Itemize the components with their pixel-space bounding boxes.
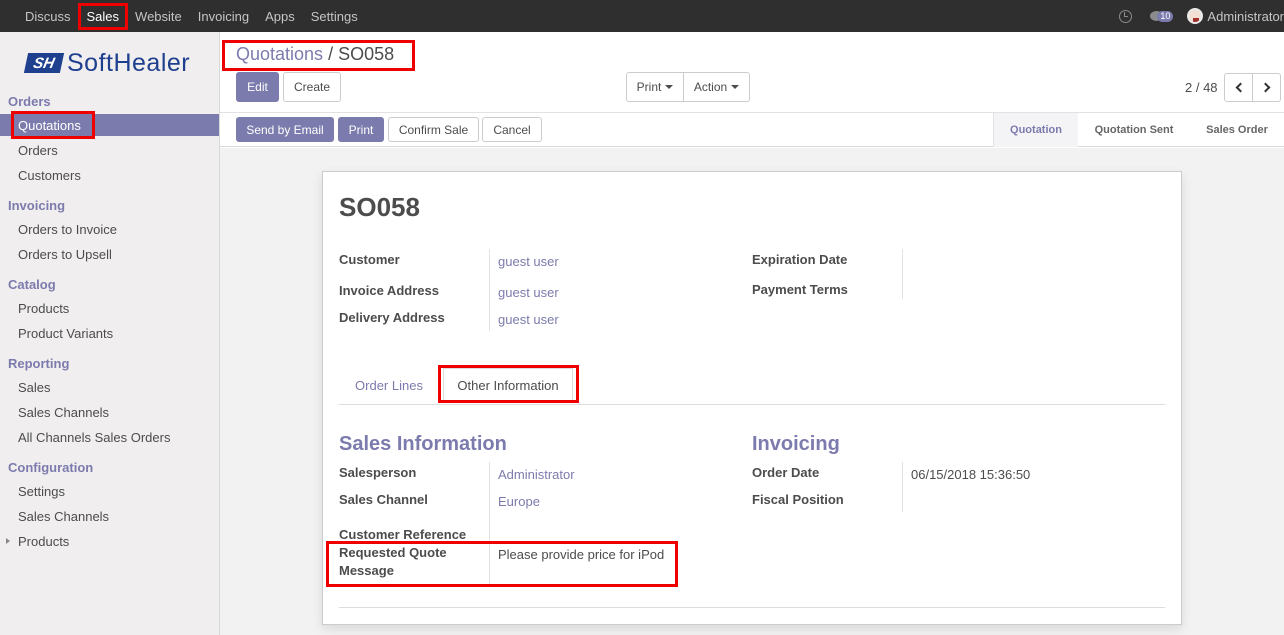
menu-website[interactable]: Website <box>127 0 190 32</box>
status-sales-order[interactable]: Sales Order <box>1190 113 1284 147</box>
salesperson-label: Salesperson <box>339 465 417 480</box>
avatar <box>1187 8 1204 24</box>
pager-next-button[interactable] <box>1252 73 1281 102</box>
cancel-button[interactable]: Cancel <box>482 117 542 142</box>
app-menu: Discuss Sales Website Invoicing Apps Set… <box>17 0 366 32</box>
sidebar: SH SoftHealer Orders Quotations Orders C… <box>0 32 220 635</box>
caret-right-icon <box>6 538 10 544</box>
status-quotation[interactable]: Quotation <box>994 113 1078 147</box>
section-orders: Orders <box>8 94 51 109</box>
edit-button[interactable]: Edit <box>236 72 279 102</box>
activity-clock-icon[interactable] <box>1119 9 1133 23</box>
section-reporting: Reporting <box>8 356 70 371</box>
section-catalog: Catalog <box>8 277 56 292</box>
sidebar-item-label: Products <box>18 533 70 549</box>
customer-label: Customer <box>339 252 400 267</box>
delivery-address-label: Delivery Address <box>339 310 445 325</box>
sheet-bottom-divider <box>339 607 1165 608</box>
fiscal-position-label: Fiscal Position <box>752 492 844 507</box>
customer-field[interactable]: guest user <box>498 254 559 269</box>
pager-previous-button[interactable] <box>1224 73 1253 102</box>
sidebar-item-config-products[interactable]: Products <box>0 530 219 552</box>
print-dropdown[interactable]: Print <box>626 72 684 102</box>
chevron-right-icon <box>1260 82 1270 93</box>
requested-quote-message-field[interactable]: Please provide price for iPod <box>498 547 664 562</box>
pager-value: 2 / 48 <box>1185 80 1218 95</box>
action-dropdown-label: Action <box>693 80 728 94</box>
breadcrumb: Quotations / SO058 <box>236 44 394 65</box>
sidebar-item-orders-to-invoice[interactable]: Orders to Invoice <box>0 218 219 240</box>
breadcrumb-current: SO058 <box>338 44 395 64</box>
status-quotation-sent[interactable]: Quotation Sent <box>1080 113 1188 147</box>
field-separator <box>902 462 903 512</box>
delivery-address-field[interactable]: guest user <box>498 312 559 327</box>
breadcrumb-quotations[interactable]: Quotations <box>236 44 323 64</box>
sidebar-item-orders-to-upsell[interactable]: Orders to Upsell <box>0 243 219 265</box>
order-date-label: Order Date <box>752 465 820 480</box>
field-separator <box>489 462 490 584</box>
tabs-bottom-border <box>339 404 1165 405</box>
sidebar-item-products[interactable]: Products <box>0 297 219 319</box>
order-name: SO058 <box>339 192 420 222</box>
sidebar-item-settings[interactable]: Settings <box>0 480 219 502</box>
softhealer-logo: SH SoftHealer <box>23 48 191 77</box>
invoicing-title: Invoicing <box>752 433 840 455</box>
caret-down-icon <box>731 85 740 89</box>
expiration-date-label: Expiration Date <box>752 252 848 267</box>
user-name: Administrator <box>1207 8 1284 24</box>
sidebar-item-customers[interactable]: Customers <box>0 164 219 186</box>
top-navbar: Discuss Sales Website Invoicing Apps Set… <box>0 0 1284 32</box>
caret-down-icon <box>665 85 674 89</box>
menu-settings[interactable]: Settings <box>303 0 366 32</box>
breadcrumb-separator: / <box>328 44 334 64</box>
send-by-email-button[interactable]: Send by Email <box>236 117 334 142</box>
messages-count-badge: 10 <box>1157 10 1174 22</box>
sidebar-item-sales[interactable]: Sales <box>0 376 219 398</box>
chevron-left-icon <box>1235 82 1245 93</box>
print-button[interactable]: Print <box>338 117 384 142</box>
menu-apps[interactable]: Apps <box>257 0 303 32</box>
menu-sales[interactable]: Sales <box>79 0 128 32</box>
customer-reference-label: Customer Reference <box>339 527 467 542</box>
form-sheet: SO058 Customer guest user Invoice Addres… <box>322 171 1182 625</box>
requested-quote-label-line1: Requested Quote <box>339 545 447 560</box>
sales-channel-field[interactable]: Europe <box>498 494 540 509</box>
field-separator <box>489 249 490 331</box>
create-button[interactable]: Create <box>283 72 341 102</box>
invoice-address-field[interactable]: guest user <box>498 285 559 300</box>
print-dropdown-label: Print <box>636 80 662 94</box>
field-separator <box>902 249 903 299</box>
sidebar-item-all-channels-sales-orders[interactable]: All Channels Sales Orders <box>0 426 219 448</box>
section-invoicing: Invoicing <box>8 198 66 213</box>
control-panel: Quotations / SO058 Edit Create Print Act… <box>220 32 1284 147</box>
sidebar-item-quotations[interactable]: Quotations <box>0 114 219 136</box>
invoice-address-label: Invoice Address <box>339 283 439 298</box>
sales-information-title: Sales Information <box>339 433 507 455</box>
logo-mark: SH <box>23 53 65 73</box>
tab-other-information[interactable]: Other Information <box>443 368 573 402</box>
requested-quote-label-line2: Message <box>339 563 394 578</box>
sidebar-item-config-sales-channels[interactable]: Sales Channels <box>0 505 219 527</box>
section-configuration: Configuration <box>8 460 94 475</box>
sales-channel-label: Sales Channel <box>339 492 428 507</box>
payment-terms-label: Payment Terms <box>752 282 848 297</box>
logo-text: SoftHealer <box>67 48 191 77</box>
user-menu[interactable]: Administrator <box>1187 8 1284 24</box>
messages-button[interactable]: 10 <box>1150 10 1174 22</box>
salesperson-field[interactable]: Administrator <box>498 467 575 482</box>
order-date-field[interactable]: 06/15/2018 15:36:50 <box>911 467 1030 482</box>
menu-invoicing[interactable]: Invoicing <box>190 0 257 32</box>
confirm-sale-button[interactable]: Confirm Sale <box>388 117 479 142</box>
systray: 10 Administrator <box>1119 0 1284 32</box>
action-dropdown[interactable]: Action <box>683 72 750 102</box>
sidebar-item-sales-channels[interactable]: Sales Channels <box>0 401 219 423</box>
menu-discuss[interactable]: Discuss <box>17 0 79 32</box>
tab-order-lines[interactable]: Order Lines <box>339 368 439 402</box>
sidebar-item-product-variants[interactable]: Product Variants <box>0 322 219 344</box>
sidebar-item-orders[interactable]: Orders <box>0 139 219 161</box>
